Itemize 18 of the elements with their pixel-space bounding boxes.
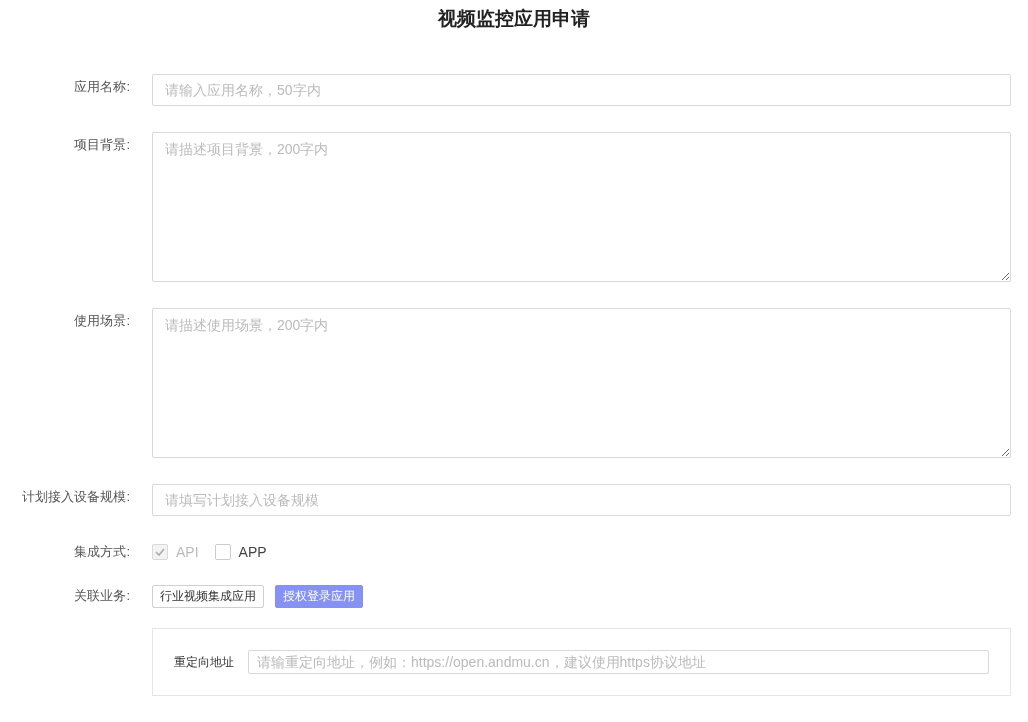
field-label: 关联业务: <box>74 588 130 604</box>
checkbox-label: API <box>176 542 199 562</box>
field-label: 应用名称: <box>74 78 130 94</box>
field-label: 计划接入设备规模: <box>22 488 130 504</box>
field-label: 重定向地址 <box>174 653 235 671</box>
field-label: 使用场景: <box>74 312 130 328</box>
checkbox[interactable] <box>214 544 231 560</box>
page-title: 视频监控应用申请 <box>438 7 590 31</box>
business-tag[interactable]: 行业视频集成应用 <box>152 584 264 608</box>
check-icon <box>155 548 165 556</box>
input-field[interactable]: 请填写计划接入设备规模 <box>152 483 1011 516</box>
field-label: 项目背景: <box>74 136 130 152</box>
field-label: 集成方式: <box>74 544 130 560</box>
text-area[interactable]: 请描述项目背景，200字内 <box>152 131 1011 282</box>
input-field[interactable]: 请输入应用名称，50字内 <box>152 73 1011 106</box>
input-field[interactable]: 请输重定向地址，例如：https://open.andmu.cn，建议使用https协议地址 <box>248 649 989 674</box>
checkbox-label: APP <box>238 542 267 562</box>
text-area[interactable]: 请描述使用场景，200字内 <box>152 307 1011 458</box>
